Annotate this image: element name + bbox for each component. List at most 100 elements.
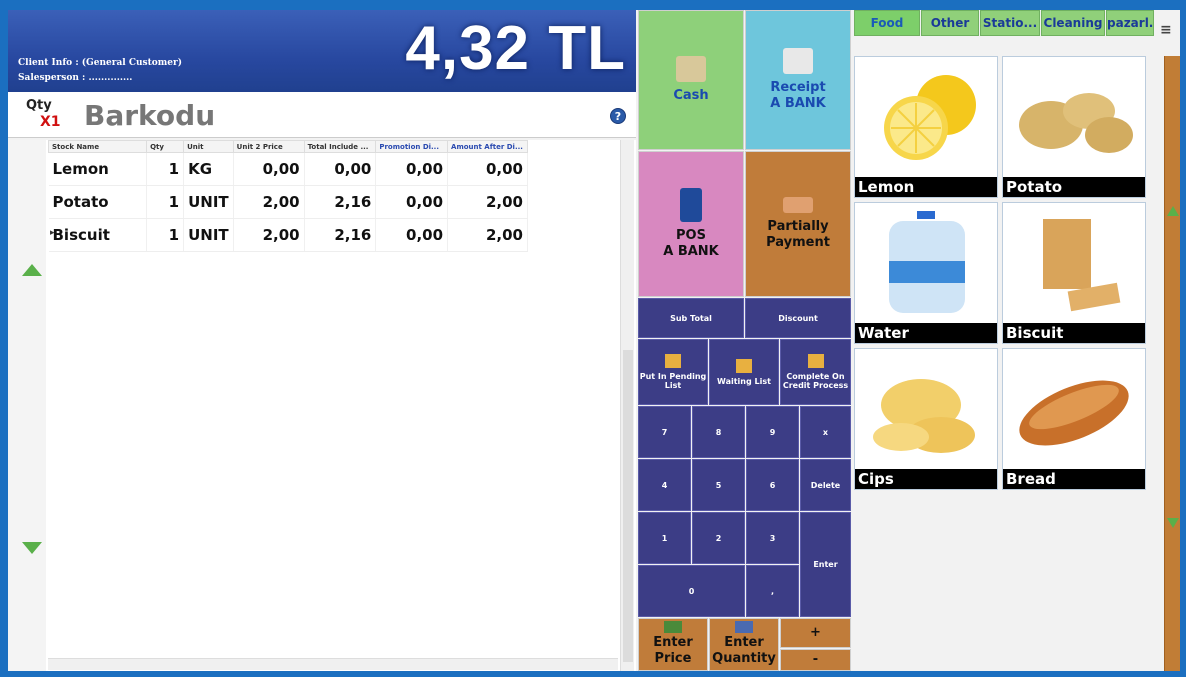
key-2[interactable]: 2 bbox=[692, 512, 745, 564]
vertical-scrollbar[interactable] bbox=[620, 140, 634, 671]
key-decimal[interactable]: , bbox=[746, 565, 799, 617]
product-name: Biscuit bbox=[1003, 323, 1145, 343]
qty-multiplier[interactable]: X1 bbox=[40, 114, 61, 130]
column-header[interactable]: Unit 2 Price bbox=[232, 140, 305, 153]
sales-grid: Stock Name Qty Unit Unit 2 Price Total I… bbox=[8, 140, 636, 671]
product-name: Bread bbox=[1003, 469, 1145, 489]
waiting-list-button[interactable]: Waiting List bbox=[709, 339, 779, 405]
table-row[interactable]: Lemon 1 KG 0,00 0,00 0,00 0,00 bbox=[48, 152, 528, 186]
column-header[interactable]: Amount After Di... bbox=[447, 140, 528, 153]
cell-stock-name: Lemon bbox=[48, 152, 148, 186]
pos-terminal-icon bbox=[680, 188, 702, 222]
cell-unit-price: 2,00 bbox=[233, 185, 305, 219]
receipt-button[interactable]: Receipt A BANK bbox=[745, 10, 851, 150]
enter-quantity-button[interactable]: Enter Quantity bbox=[709, 618, 779, 671]
enter-qty-label-2: Quantity bbox=[712, 651, 776, 666]
key-0[interactable]: 0 bbox=[638, 565, 745, 617]
enter-button[interactable]: Enter bbox=[800, 512, 851, 617]
product-tile-potato[interactable]: Potato bbox=[1002, 56, 1146, 198]
product-name: Water bbox=[855, 323, 997, 343]
product-tile-cips[interactable]: Cips bbox=[854, 348, 998, 490]
bread-image bbox=[1019, 380, 1129, 446]
column-header[interactable]: Unit bbox=[183, 140, 234, 153]
handshake-icon bbox=[783, 197, 813, 213]
menu-icon[interactable]: ≡ bbox=[1160, 22, 1172, 38]
cell-total: 2,16 bbox=[304, 185, 377, 219]
qty-label: Qty bbox=[26, 98, 52, 113]
key-3[interactable]: 3 bbox=[746, 512, 799, 564]
cell-qty: 1 bbox=[146, 185, 185, 219]
total-amount: 4,32 TL bbox=[405, 14, 626, 83]
tab-food[interactable]: Food bbox=[854, 10, 920, 36]
enter-price-button[interactable]: Enter Price bbox=[638, 618, 708, 671]
discount-button[interactable]: Discount bbox=[745, 298, 851, 338]
help-icon[interactable]: ? bbox=[610, 108, 626, 124]
product-name: Lemon bbox=[855, 177, 997, 197]
increment-button[interactable]: + bbox=[780, 618, 851, 648]
credit-label: Complete On Credit Process bbox=[782, 372, 849, 390]
product-grid: Lemon Potato Water Biscuit Cips Bread bbox=[854, 56, 1150, 496]
receipt-icon bbox=[783, 48, 813, 74]
product-tile-water[interactable]: Water bbox=[854, 202, 998, 344]
column-header[interactable]: Total Include ... bbox=[303, 140, 377, 153]
credit-icon bbox=[807, 354, 824, 368]
cell-promo: 0,00 bbox=[375, 152, 449, 186]
product-scroll-down-icon[interactable] bbox=[1167, 518, 1179, 528]
credit-process-button[interactable]: Complete On Credit Process bbox=[780, 339, 851, 405]
product-scroll-up-icon[interactable] bbox=[1167, 206, 1179, 216]
scroll-up-icon[interactable] bbox=[22, 264, 42, 276]
cell-amount: 2,00 bbox=[447, 185, 528, 219]
key-9[interactable]: 9 bbox=[746, 406, 799, 458]
column-header[interactable]: Promotion Di... bbox=[375, 140, 449, 153]
waiting-icon bbox=[736, 358, 752, 373]
partial-payment-button[interactable]: Partially Payment bbox=[745, 151, 851, 297]
table-row[interactable]: Biscuit 1 UNIT 2,00 2,16 0,00 2,00 bbox=[48, 218, 528, 252]
key-8[interactable]: 8 bbox=[692, 406, 745, 458]
key-1[interactable]: 1 bbox=[638, 512, 691, 564]
cell-total: 2,16 bbox=[304, 218, 377, 252]
pos-label-1: POS bbox=[676, 228, 706, 243]
lemon-image bbox=[884, 75, 976, 160]
salesperson: Salesperson : .............. bbox=[18, 73, 133, 83]
column-header[interactable]: Stock Name bbox=[47, 140, 148, 153]
partial-label-1: Partially bbox=[767, 219, 829, 234]
tab-other[interactable]: Other bbox=[921, 10, 979, 36]
grid-nav-rail bbox=[8, 140, 46, 671]
tab-cleaning[interactable]: Cleaning bbox=[1041, 10, 1105, 36]
column-header[interactable]: Qty bbox=[146, 140, 185, 153]
sub-total-button[interactable]: Sub Total bbox=[638, 298, 744, 338]
cell-stock-name: Potato bbox=[48, 185, 148, 219]
potato-image bbox=[1019, 93, 1133, 153]
key-5[interactable]: 5 bbox=[692, 459, 745, 511]
scroll-down-icon[interactable] bbox=[22, 542, 42, 554]
product-tile-biscuit[interactable]: Biscuit bbox=[1002, 202, 1146, 344]
pending-list-button[interactable]: Put In Pending List bbox=[638, 339, 708, 405]
product-tile-bread[interactable]: Bread bbox=[1002, 348, 1146, 490]
cell-promo: 0,00 bbox=[375, 218, 449, 252]
key-x[interactable]: x bbox=[800, 406, 851, 458]
pending-label: Put In Pending List bbox=[639, 372, 707, 390]
pos-button[interactable]: POS A BANK bbox=[638, 151, 744, 297]
horizontal-scrollbar[interactable] bbox=[48, 658, 618, 670]
category-tabs: Food Other Statio... Cleaning pazarl... bbox=[854, 10, 1154, 36]
product-tile-lemon[interactable]: Lemon bbox=[854, 56, 998, 198]
partial-label-2: Payment bbox=[766, 235, 830, 250]
scrollbar-thumb[interactable] bbox=[623, 350, 633, 662]
cell-unit-price: 0,00 bbox=[233, 152, 305, 186]
cash-button[interactable]: Cash bbox=[638, 10, 744, 150]
tab-pazarlik[interactable]: pazarl... bbox=[1106, 10, 1154, 36]
delete-button[interactable]: Delete bbox=[800, 459, 851, 511]
product-scroll-strip[interactable] bbox=[1164, 56, 1180, 671]
cell-unit-price: 2,00 bbox=[233, 218, 305, 252]
cell-unit: UNIT bbox=[183, 185, 234, 219]
water-bottle-image bbox=[889, 211, 965, 313]
decrement-button[interactable]: - bbox=[780, 649, 851, 671]
table-row[interactable]: Potato 1 UNIT 2,00 2,16 0,00 2,00 bbox=[48, 185, 528, 219]
key-7[interactable]: 7 bbox=[638, 406, 691, 458]
cell-unit: KG bbox=[183, 152, 234, 186]
key-6[interactable]: 6 bbox=[746, 459, 799, 511]
key-4[interactable]: 4 bbox=[638, 459, 691, 511]
barcode-input[interactable] bbox=[84, 96, 594, 134]
product-name: Potato bbox=[1003, 177, 1145, 197]
tab-stationery[interactable]: Statio... bbox=[980, 10, 1040, 36]
